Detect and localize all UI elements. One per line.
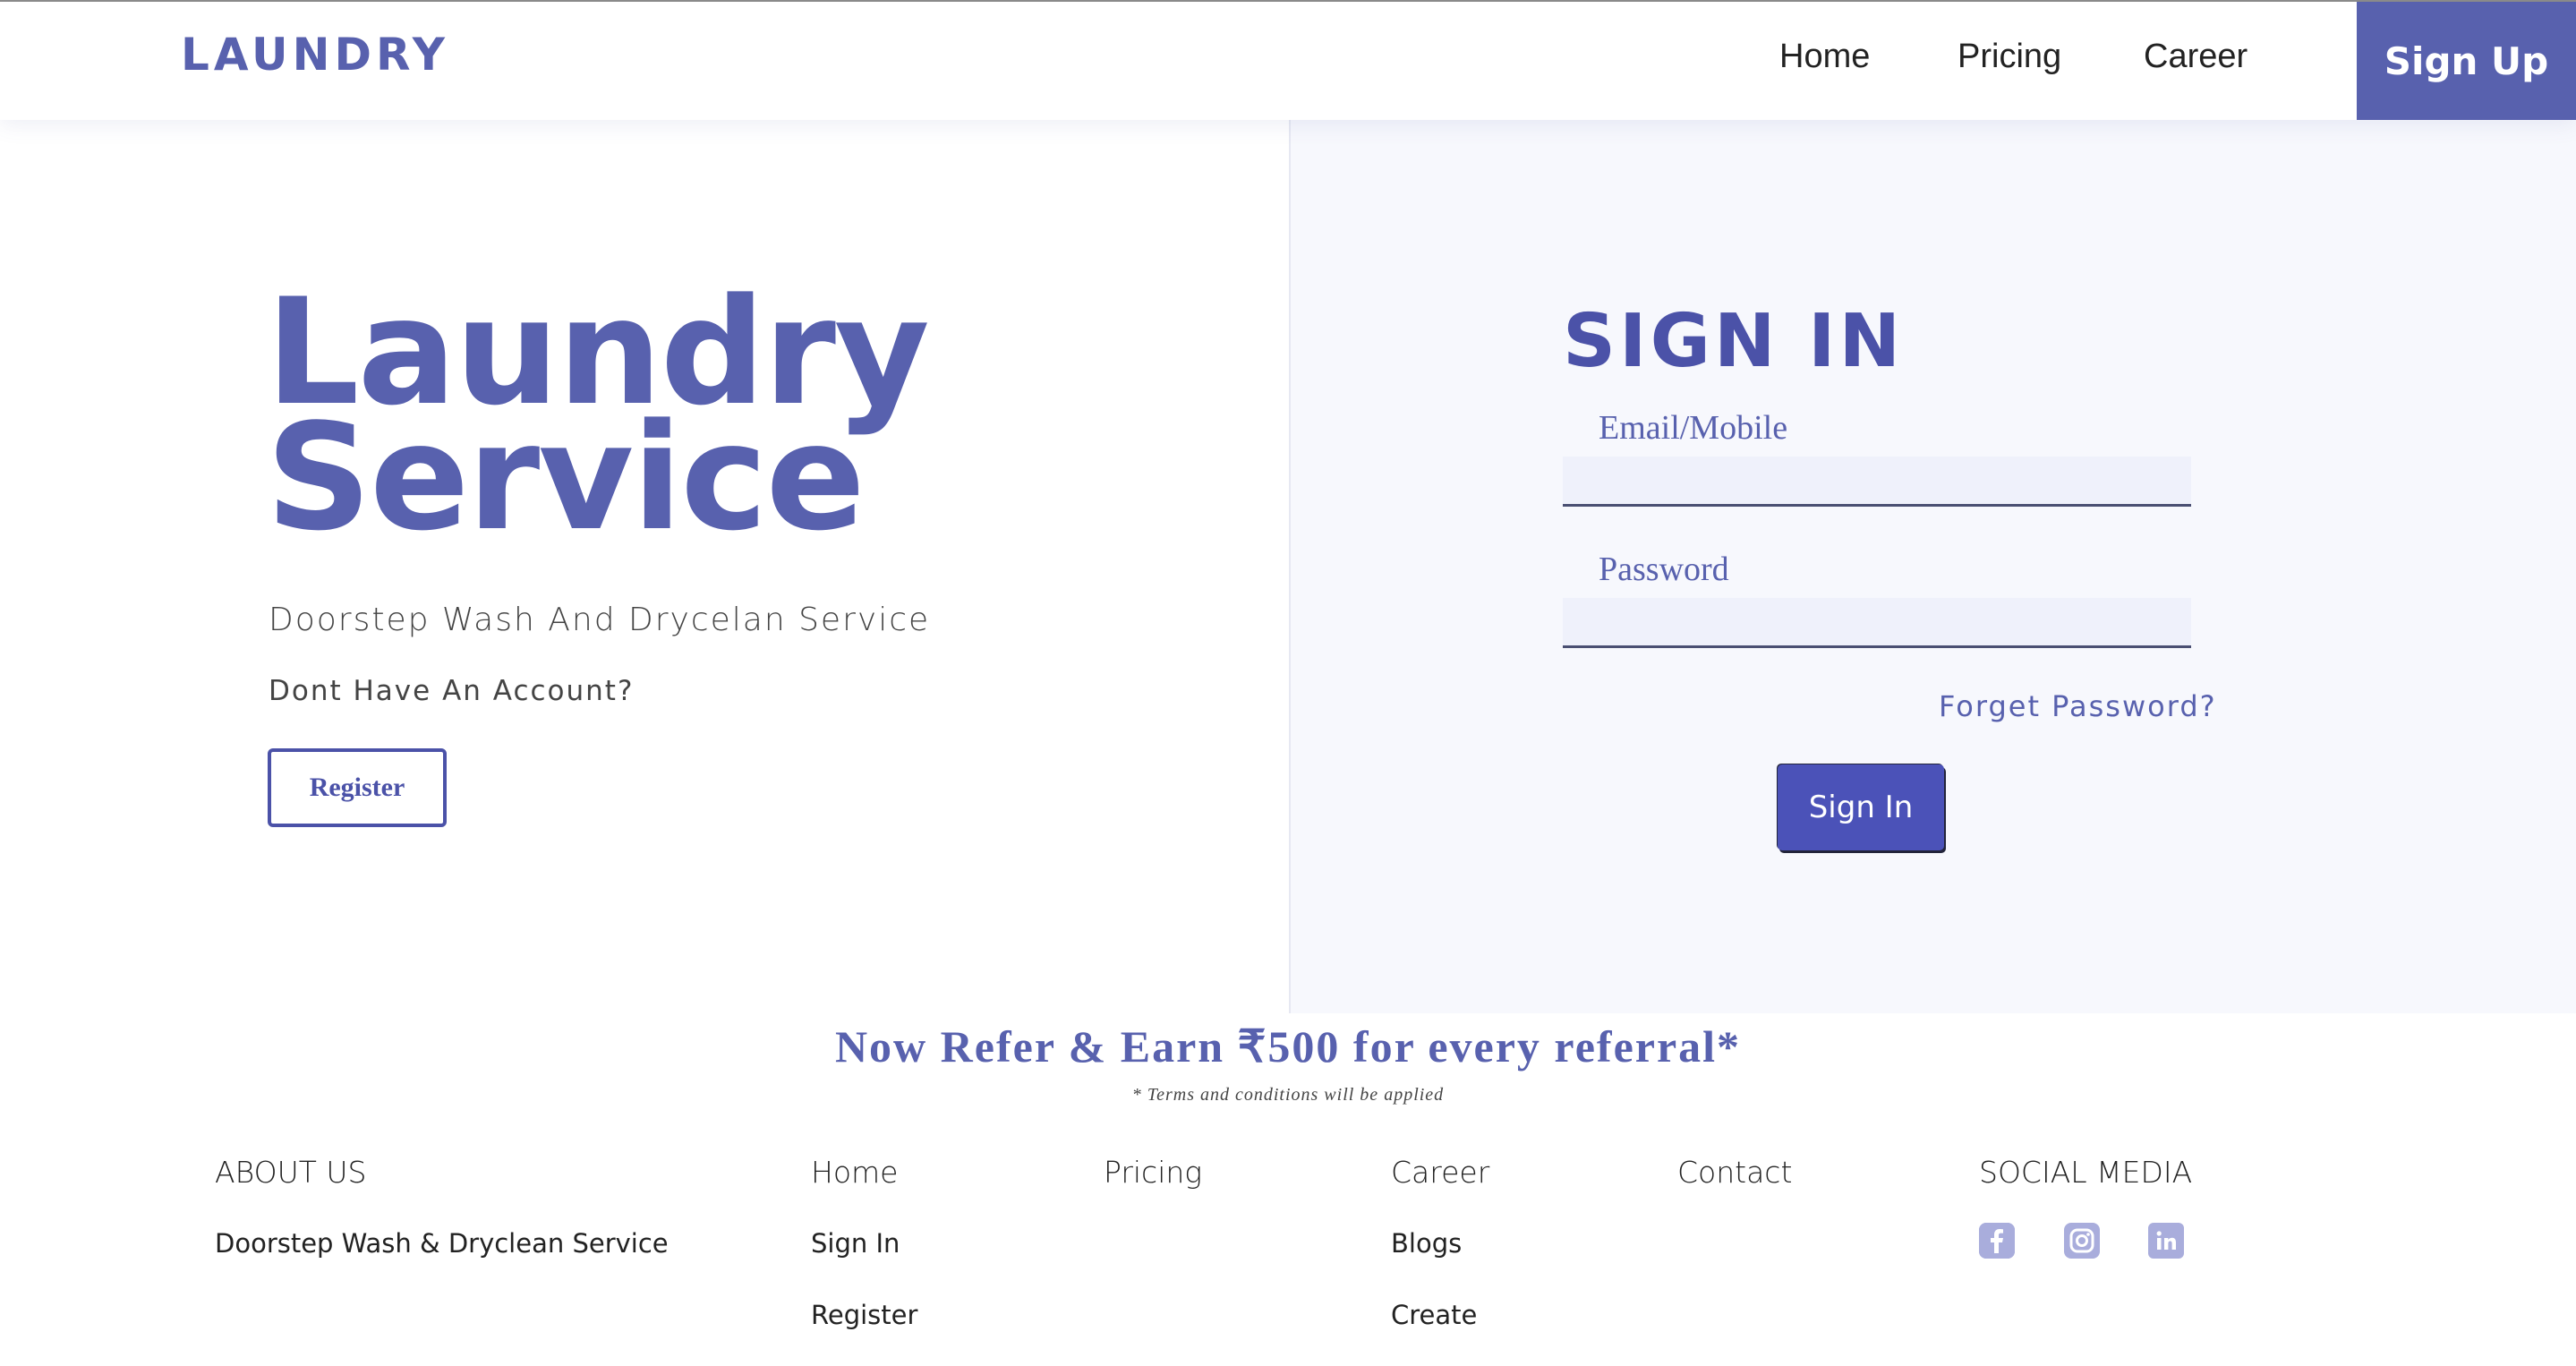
footer-career-link[interactable]: Career: [1391, 1155, 1489, 1190]
hero-title-line2: Service: [266, 392, 866, 563]
email-label: Email/Mobile: [1599, 409, 1788, 447]
hero-section: Laundry Service Doorstep Wash And Drycel…: [0, 120, 1289, 1013]
facebook-icon[interactable]: [1979, 1223, 2015, 1259]
footer-home-link[interactable]: Home: [811, 1155, 898, 1190]
signup-button[interactable]: Sign Up: [2357, 2, 2576, 120]
nav-career[interactable]: Career: [2144, 38, 2248, 76]
instagram-glyph: [2064, 1223, 2100, 1259]
footer-about-text: Doorstep Wash & Dryclean Service: [215, 1228, 669, 1259]
referral-banner: Now Refer & Earn ₹500 for every referral…: [834, 1021, 1742, 1071]
no-account-text: Dont Have An Account?: [269, 675, 635, 707]
brand-logo[interactable]: LAUNDRY: [181, 29, 449, 81]
password-field[interactable]: [1563, 598, 2191, 648]
footer-create-link[interactable]: Create: [1391, 1300, 1477, 1330]
password-label: Password: [1599, 551, 1729, 588]
linkedin-icon[interactable]: [2148, 1223, 2184, 1259]
forget-password-link[interactable]: Forget Password?: [1939, 689, 2217, 723]
nav-pricing[interactable]: Pricing: [1958, 38, 2061, 76]
footer-register-link[interactable]: Register: [811, 1300, 917, 1330]
navbar: LAUNDRY Home Pricing Career Sign Up: [0, 0, 2576, 120]
signin-title: SIGN IN: [1563, 299, 1905, 384]
footer-social-heading: SOCIAL MEDIA: [1979, 1155, 2193, 1190]
instagram-icon[interactable]: [2064, 1223, 2100, 1259]
signin-panel: SIGN IN Email/Mobile Password Forget Pas…: [1289, 120, 2576, 1013]
register-button[interactable]: Register: [268, 748, 447, 827]
nav-home[interactable]: Home: [1779, 38, 1870, 76]
footer-blogs-link[interactable]: Blogs: [1391, 1228, 1462, 1259]
footer-signin-link[interactable]: Sign In: [811, 1228, 900, 1259]
terms-note: * Terms and conditions will be applied: [1131, 1085, 1445, 1105]
facebook-glyph: [1979, 1223, 2015, 1259]
signin-button[interactable]: Sign In: [1778, 764, 1944, 850]
email-field[interactable]: [1563, 457, 2191, 507]
footer-pricing-link[interactable]: Pricing: [1104, 1155, 1202, 1190]
hero-subtitle: Doorstep Wash And Drycelan Service: [269, 602, 931, 638]
hero-title: Laundry Service: [266, 279, 930, 551]
footer-about-heading: ABOUT US: [215, 1155, 367, 1190]
footer-contact-link[interactable]: Contact: [1677, 1155, 1792, 1190]
linkedin-glyph: [2148, 1223, 2184, 1259]
